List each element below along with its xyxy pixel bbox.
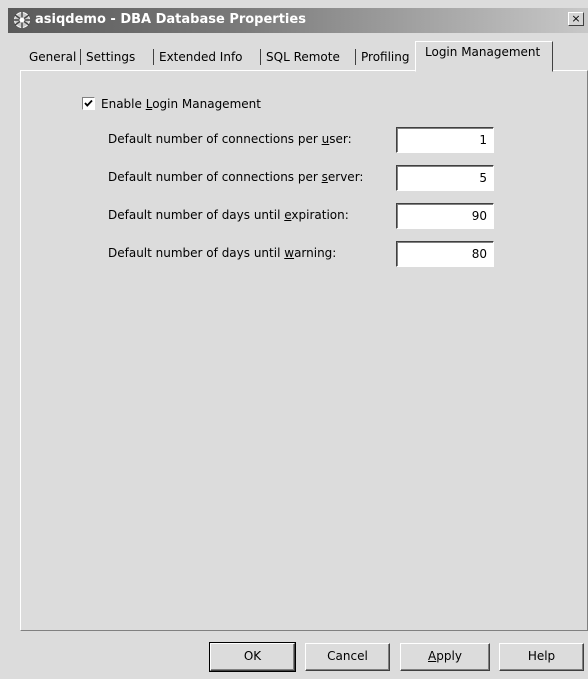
- tab-divider: [153, 49, 154, 65]
- days-until-expiration-input[interactable]: [396, 203, 494, 229]
- title-bar[interactable]: asiqdemo - DBA Database Properties ×: [8, 8, 588, 33]
- tab-sql-remote[interactable]: SQL Remote: [266, 46, 340, 71]
- tab-profiling[interactable]: Profiling: [361, 46, 410, 71]
- tab-label: Extended Info: [159, 50, 243, 64]
- tab-divider: [80, 49, 81, 65]
- help-button[interactable]: Help: [499, 643, 584, 671]
- tab-label: Login Management: [425, 45, 541, 59]
- tab-divider: [260, 49, 261, 65]
- apply-button[interactable]: Apply: [400, 643, 490, 671]
- tab-label: SQL Remote: [266, 50, 340, 64]
- close-icon: ×: [571, 12, 581, 25]
- tab-divider: [355, 49, 356, 65]
- days-until-warning-input[interactable]: [396, 241, 494, 267]
- login-management-panel: Enable Login Management Default number o…: [20, 70, 588, 631]
- window-title: asiqdemo - DBA Database Properties: [35, 12, 306, 27]
- tab-label: General: [29, 50, 77, 64]
- checkbox-box[interactable]: [82, 97, 95, 110]
- days-until-warning-label: Default number of days until warning:: [108, 246, 337, 260]
- tab-label: Profiling: [361, 50, 410, 64]
- ok-button-label: OK: [243, 649, 262, 663]
- tab-settings[interactable]: Settings: [86, 46, 135, 71]
- connections-per-user-input[interactable]: [396, 127, 494, 153]
- checkbox-label: Enable Login Management: [101, 97, 261, 111]
- database-app-icon: [12, 11, 32, 29]
- close-button[interactable]: ×: [568, 12, 584, 26]
- cancel-button[interactable]: Cancel: [305, 643, 390, 671]
- tab-extended-info[interactable]: Extended Info: [159, 46, 243, 71]
- apply-button-label: Apply: [428, 649, 462, 663]
- help-button-label: Help: [527, 649, 556, 663]
- tab-login-management[interactable]: Login Management: [415, 41, 553, 72]
- connections-per-server-input[interactable]: [396, 165, 494, 191]
- connections-per-server-label: Default number of connections per server…: [108, 170, 364, 184]
- cancel-button-label: Cancel: [327, 649, 368, 663]
- connections-per-user-label: Default number of connections per user:: [108, 132, 352, 146]
- days-until-expiration-label: Default number of days until expiration:: [108, 208, 349, 222]
- enable-login-management-checkbox[interactable]: Enable Login Management: [82, 97, 261, 111]
- tab-label: Settings: [86, 50, 136, 64]
- ok-button[interactable]: OK: [209, 642, 296, 672]
- checkmark-icon: [84, 99, 93, 107]
- tab-general[interactable]: General: [29, 46, 76, 71]
